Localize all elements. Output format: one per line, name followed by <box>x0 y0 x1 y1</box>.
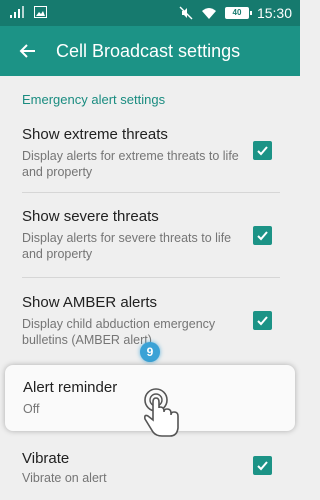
pref-summary: Display child abduction emergency bullet… <box>22 317 216 347</box>
pref-summary: Off <box>23 402 40 416</box>
divider <box>22 277 280 278</box>
back-arrow-icon[interactable] <box>14 38 40 64</box>
checkbox-extreme-threats[interactable] <box>253 141 272 160</box>
check-icon <box>257 231 268 241</box>
wifi-icon <box>201 7 216 19</box>
divider <box>22 192 280 193</box>
pref-title: Show AMBER alerts <box>22 294 158 311</box>
status-time: 15:30 <box>256 5 292 21</box>
pref-title: Show severe threats <box>22 208 159 225</box>
section-header: Emergency alert settings <box>22 92 166 107</box>
check-icon <box>257 146 268 156</box>
check-icon <box>257 461 268 471</box>
mute-vibrate-icon <box>179 6 193 20</box>
pref-summary: Display alerts for extreme threats to li… <box>22 149 239 179</box>
pref-summary: Display alerts for severe threats to lif… <box>22 231 232 261</box>
pref-summary: Vibrate on alert <box>22 471 107 485</box>
tutorial-step-badge: 9 <box>140 342 160 362</box>
pref-extreme-threats[interactable]: Show extreme threats Display alerts for … <box>0 112 300 190</box>
status-bar: 40 15:30 <box>0 0 300 26</box>
page-title: Cell Broadcast settings <box>56 41 241 61</box>
pref-severe-threats[interactable]: Show severe threats Display alerts for s… <box>0 196 300 274</box>
app-bar: Cell Broadcast settings <box>0 26 300 76</box>
checkbox-vibrate[interactable] <box>253 456 272 475</box>
check-icon <box>257 316 268 326</box>
checkbox-severe-threats[interactable] <box>253 226 272 245</box>
checkbox-amber-alerts[interactable] <box>253 311 272 330</box>
pref-title: Vibrate <box>22 450 70 467</box>
tap-hand-icon <box>144 388 179 437</box>
signal-icon <box>10 6 24 18</box>
pref-title: Alert reminder <box>23 379 118 396</box>
gallery-icon <box>34 6 47 18</box>
battery-icon: 40 <box>224 7 252 19</box>
pref-title: Show extreme threats <box>22 126 168 143</box>
pref-vibrate[interactable]: Vibrate Vibrate on alert <box>0 440 300 500</box>
